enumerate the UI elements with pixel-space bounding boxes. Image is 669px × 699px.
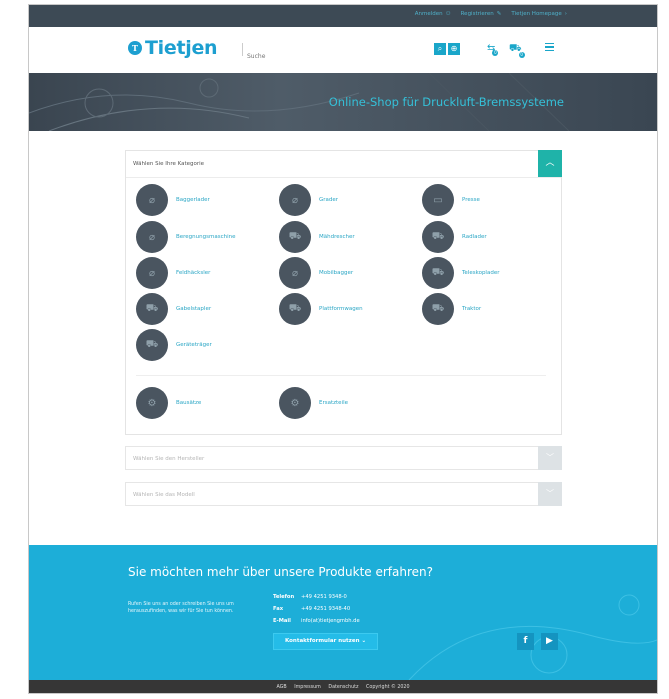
category-item-geraetetraeger[interactable]: ⛟ Geräteträger [136,329,212,361]
no-image-icon: ⌀ [136,184,168,216]
search-icon: ⌕ [437,44,443,53]
hero-banner: Online-Shop für Druckluft-Bremssysteme [29,73,657,131]
model-dropdown-button[interactable]: ﹀ [538,482,562,506]
footer-datenschutz-link[interactable]: Datenschutz [328,685,358,690]
model-select[interactable]: Wählen Sie das Modell ﹀ [125,482,562,506]
cart-button[interactable]: ⛟ 0 [509,43,525,58]
no-image-icon: ⌀ [279,257,311,289]
platform-truck-icon: ⛟ [279,293,311,325]
facebook-button[interactable]: f [517,633,534,650]
no-image-icon: ⌀ [136,257,168,289]
category-item-maehdrescher[interactable]: ⛟ Mähdrescher [279,221,355,253]
search-box [242,43,434,63]
category-item-presse[interactable]: ▭ Presse [422,184,480,216]
telehandler-icon: ⛟ [422,257,454,289]
phone-number[interactable]: +49 4251 9348-0 [301,591,347,603]
no-image-icon: ⌀ [279,184,311,216]
hero-title: Online-Shop für Druckluft-Bremssysteme [328,95,564,109]
user-icon: ⚇ [445,11,451,17]
implement-carrier-icon: ⛟ [136,329,168,361]
search-input[interactable] [243,50,434,63]
email-link[interactable]: info(at)tietjengmbh.de [301,615,360,627]
chevron-right-icon: › [564,11,567,17]
register-link[interactable]: Registrieren ✎ [461,11,502,17]
youtube-button[interactable]: ▶ [541,633,558,650]
manufacturer-select[interactable]: Wählen Sie den Hersteller ﹀ [125,446,562,470]
footer-copyright: Copyright © 2020 [366,685,410,690]
wheel-loader-icon: ⛟ [422,221,454,253]
kit-icon: ⚙ [136,387,168,419]
category-item-bausaetze[interactable]: ⚙ Bausätze [136,387,201,419]
category-item-teleskoplader[interactable]: ⛟ Teleskoplader [422,257,499,289]
category-header[interactable]: Wählen Sie Ihre Kategorie ︿ [126,150,562,178]
manufacturer-dropdown-button[interactable]: ﹀ [538,446,562,470]
site-footer: AGB Impressum Datenschutz Copyright © 20… [29,680,657,693]
category-item-feldhaecksler[interactable]: ⌀ Feldhäcksler [136,257,210,289]
category-item-mobilbagger[interactable]: ⌀ Mobilbagger [279,257,353,289]
baler-icon: ▭ [422,184,454,216]
category-item-gabelstapler[interactable]: ⛟ Gabelstapler [136,293,211,325]
category-panel: Wählen Sie Ihre Kategorie ︿ ⌀ Baggerlade… [125,150,562,435]
facebook-icon: f [523,636,528,646]
top-bar: Anmelden ⚇ Registrieren ✎ Tietjen Homepage… [29,5,657,27]
forklift-icon: ⛟ [136,293,168,325]
menu-icon[interactable] [545,43,554,51]
category-item-baggerlader[interactable]: ⌀ Baggerlader [136,184,210,216]
category-item-traktor[interactable]: ⛟ Traktor [422,293,481,325]
chevron-up-icon: ︿ [545,158,555,168]
homepage-link[interactable]: Tietjen Homepage › [511,11,567,17]
compare-button[interactable]: ⇆ 0 [487,43,499,56]
search-button[interactable]: ⌕ [434,43,446,55]
contact-info: Telefon +49 4251 9348-0 Fax +49 4251 9348-… [273,591,360,627]
chevron-down-icon: ⌄ [361,638,367,644]
footer-impressum-link[interactable]: Impressum [294,685,321,690]
contact-heading: Sie möchten mehr über unsere Produkte er… [128,565,434,579]
page-frame: Anmelden ⚇ Registrieren ✎ Tietjen Homepage… [28,4,658,694]
category-divider [136,375,546,376]
category-item-plattformwagen[interactable]: ⛟ Plattformwagen [279,293,363,325]
site-header: T Tietjen ⌕ ⊕ ⇆ 0 ⛟ 0 [29,27,657,73]
logo[interactable]: T Tietjen [128,37,218,59]
spare-parts-icon: ⚙ [279,387,311,419]
zoom-in-icon: ⊕ [450,44,458,53]
logo-text: Tietjen [145,37,218,59]
contact-section: Sie möchten mehr über unsere Produkte er… [29,545,657,680]
category-item-ersatzteile[interactable]: ⚙ Ersatzteile [279,387,348,419]
compare-count-badge: 0 [492,50,499,56]
login-link[interactable]: Anmelden ⚇ [415,11,451,17]
logo-mark-icon: T [128,41,142,55]
youtube-icon: ▶ [546,636,553,646]
category-item-grader[interactable]: ⌀ Grader [279,184,338,216]
contact-intro: Rufen Sie uns an oder schreiben Sie uns … [128,602,234,614]
footer-agb-link[interactable]: AGB [276,685,286,690]
advanced-search-button[interactable]: ⊕ [448,43,460,55]
no-image-icon: ⌀ [136,221,168,253]
combine-harvester-icon: ⛟ [279,221,311,253]
fax-number: +49 4251 9348-40 [301,606,351,612]
cart-count-badge: 0 [518,52,525,58]
category-label: Wählen Sie Ihre Kategorie [133,161,205,167]
pencil-icon: ✎ [496,11,502,17]
chevron-down-icon: ﹀ [546,489,554,498]
tractor-icon: ⛟ [422,293,454,325]
contact-form-button[interactable]: Kontaktformular nutzen ⌄ [273,633,378,650]
top-links: Anmelden ⚇ Registrieren ✎ Tietjen Homepage… [415,11,567,17]
category-item-beregnungsmaschine[interactable]: ⌀ Beregnungsmaschine [136,221,236,253]
category-collapse-button[interactable]: ︿ [538,150,562,177]
category-item-radlader[interactable]: ⛟ Radlader [422,221,487,253]
chevron-down-icon: ﹀ [546,453,554,462]
